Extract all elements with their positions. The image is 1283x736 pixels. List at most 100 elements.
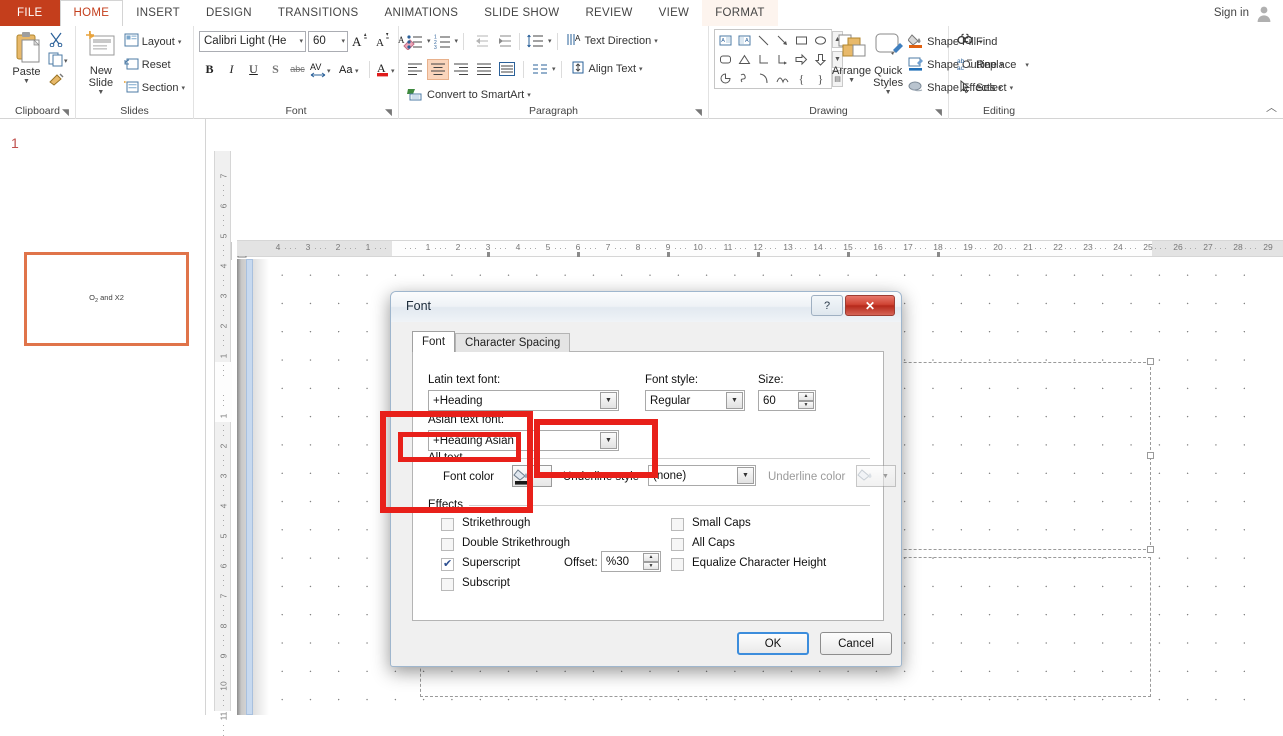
vertical-scrollbar[interactable] (246, 259, 253, 715)
find-button[interactable]: Find (954, 31, 1032, 52)
shape-right-arrow-icon[interactable] (792, 50, 811, 69)
copy-icon[interactable]: ▾ (48, 52, 70, 70)
offset-spinner-buttons[interactable]: ▲ ▼ (643, 553, 659, 570)
new-slide-button[interactable]: New Slide ▼ (81, 29, 121, 96)
align-right-button[interactable] (450, 59, 472, 80)
tab-character-spacing[interactable]: Character Spacing (455, 333, 570, 352)
bullets-chevron-down-icon[interactable]: ▾ (427, 37, 431, 45)
shape-curve-icon[interactable] (773, 69, 792, 88)
shape-arrow-icon[interactable] (773, 31, 792, 50)
shape-arc-icon[interactable] (754, 69, 773, 88)
shape-elbow-arrow-connector-icon[interactable] (773, 50, 792, 69)
line-spacing-chevron-down-icon[interactable]: ▾ (548, 37, 552, 45)
character-spacing-button[interactable]: AV▾ (309, 59, 336, 80)
offset-spin-up-icon[interactable]: ▲ (643, 553, 659, 562)
tab-animations[interactable]: ANIMATIONS (372, 0, 472, 26)
tab-transitions[interactable]: TRANSITIONS (265, 0, 372, 26)
decrease-font-size-button[interactable]: A (373, 31, 394, 52)
shape-down-arrow-icon[interactable] (811, 50, 830, 69)
quick-styles-chevron-down-icon[interactable]: ▼ (885, 89, 892, 96)
replace-chevron-down-icon[interactable]: ▾ (1025, 61, 1029, 69)
shape-pie-icon[interactable] (716, 69, 735, 88)
font-dialog-launcher[interactable]: ◥ (385, 107, 395, 117)
sign-in-area[interactable]: Sign in (1214, 0, 1283, 26)
underline-button[interactable]: U (243, 59, 264, 80)
slide-thumbnail-1[interactable]: O2 and X2 (24, 252, 189, 346)
font-style-chevron-down-icon[interactable]: ▼ (726, 392, 743, 409)
latin-font-chevron-down-icon[interactable]: ▼ (600, 392, 617, 409)
tab-format[interactable]: FORMAT (702, 0, 778, 26)
align-text-button[interactable]: Align Text▾ (567, 59, 646, 80)
tab-font[interactable]: Font (412, 331, 455, 352)
paste-chevron-down-icon[interactable]: ▼ (23, 78, 30, 85)
ruler-tab-stop-marker[interactable] (757, 252, 760, 257)
cancel-button[interactable]: Cancel (820, 632, 892, 655)
font-size-combo[interactable]: 60 ▾ (308, 31, 348, 52)
quick-styles-button[interactable]: Quick Styles ▼ (871, 29, 905, 96)
checkbox-equalize-character-height[interactable] (671, 558, 684, 571)
shape-elbow-connector-icon[interactable] (754, 50, 773, 69)
tab-slide-show[interactable]: SLIDE SHOW (471, 0, 572, 26)
arrange-chevron-down-icon[interactable]: ▼ (848, 77, 855, 84)
justify-button[interactable] (473, 59, 495, 80)
offset-spin-down-icon[interactable]: ▼ (643, 562, 659, 571)
close-icon[interactable]: ✕ (845, 295, 895, 316)
underline-style-combo[interactable]: (none) ▼ (648, 465, 756, 486)
shapes-gallery[interactable]: A A { } (714, 29, 832, 89)
checkbox-subscript[interactable] (441, 578, 454, 591)
shape-rounded-rectangle-icon[interactable] (716, 50, 735, 69)
checkbox-double-strikethrough[interactable] (441, 538, 454, 551)
layout-chevron-down-icon[interactable]: ▾ (178, 38, 182, 46)
bullets-button[interactable] (404, 31, 426, 52)
line-spacing-button[interactable] (525, 31, 547, 52)
change-case-button[interactable]: Aa▾ (337, 59, 364, 80)
font-name-chevron-down-icon[interactable]: ▾ (299, 37, 303, 45)
tab-home[interactable]: HOME (60, 0, 124, 27)
font-size-chevron-down-icon[interactable]: ▾ (341, 37, 345, 45)
new-slide-chevron-down-icon[interactable]: ▼ (97, 89, 104, 96)
align-left-button[interactable] (404, 59, 426, 80)
ruler-tab-stop-marker[interactable] (487, 252, 490, 257)
offset-spinner[interactable]: %30 ▲ ▼ (601, 551, 661, 572)
italic-button[interactable]: I (221, 59, 242, 80)
size-spinner-buttons[interactable]: ▲ ▼ (798, 392, 814, 409)
paste-button[interactable]: Paste ▼ (5, 29, 48, 85)
vertical-ruler[interactable]: 76543211234567891011 (214, 151, 231, 711)
tab-design[interactable]: DESIGN (193, 0, 265, 26)
text-direction-button[interactable]: A Text Direction▾ (563, 31, 661, 52)
numbering-chevron-down-icon[interactable]: ▾ (455, 37, 459, 45)
columns-button[interactable] (529, 59, 551, 80)
bold-button[interactable]: B (199, 59, 220, 80)
increase-font-size-button[interactable]: A (350, 31, 371, 52)
select-chevron-down-icon[interactable]: ▾ (1010, 84, 1014, 92)
format-painter-icon[interactable] (48, 72, 70, 90)
checkbox-superscript[interactable] (441, 558, 454, 571)
text-shadow-button[interactable]: S (265, 59, 286, 80)
shape-rectangle-icon[interactable] (792, 31, 811, 50)
checkbox-strikethrough[interactable] (441, 518, 454, 531)
convert-to-smartart-button[interactable]: Convert to SmartArt▾ (404, 85, 534, 106)
reset-button[interactable]: Reset (121, 54, 188, 75)
checkbox-small-caps[interactable] (671, 518, 684, 531)
font-color-button[interactable]: A▾ (375, 59, 402, 80)
increase-indent-button[interactable] (492, 31, 514, 52)
resize-handle-middle-right[interactable] (1147, 452, 1154, 459)
tab-view[interactable]: VIEW (646, 0, 703, 26)
shape-vertical-textbox-icon[interactable]: A (735, 31, 754, 50)
cut-icon[interactable] (48, 32, 70, 50)
decrease-indent-button[interactable] (469, 31, 491, 52)
tab-file[interactable]: FILE (0, 0, 60, 26)
font-dialog-title-bar[interactable]: Font ? ✕ (391, 292, 901, 322)
checkbox-all-caps[interactable] (671, 538, 684, 551)
shape-left-brace-icon[interactable]: { (792, 69, 811, 88)
font-style-combo[interactable]: Regular ▼ (645, 390, 745, 411)
layout-button[interactable]: Layout▾ (121, 31, 188, 52)
size-spinner[interactable]: 60 ▲ ▼ (758, 390, 816, 411)
shape-freeform-icon[interactable] (735, 69, 754, 88)
strikethrough-button[interactable]: abc (287, 59, 308, 80)
tab-insert[interactable]: INSERT (123, 0, 193, 26)
ruler-tab-stop-marker[interactable] (577, 252, 580, 257)
select-button[interactable]: Select▾ (954, 77, 1032, 98)
ruler-tab-stop-marker[interactable] (847, 252, 850, 257)
size-spin-down-icon[interactable]: ▼ (798, 401, 814, 410)
